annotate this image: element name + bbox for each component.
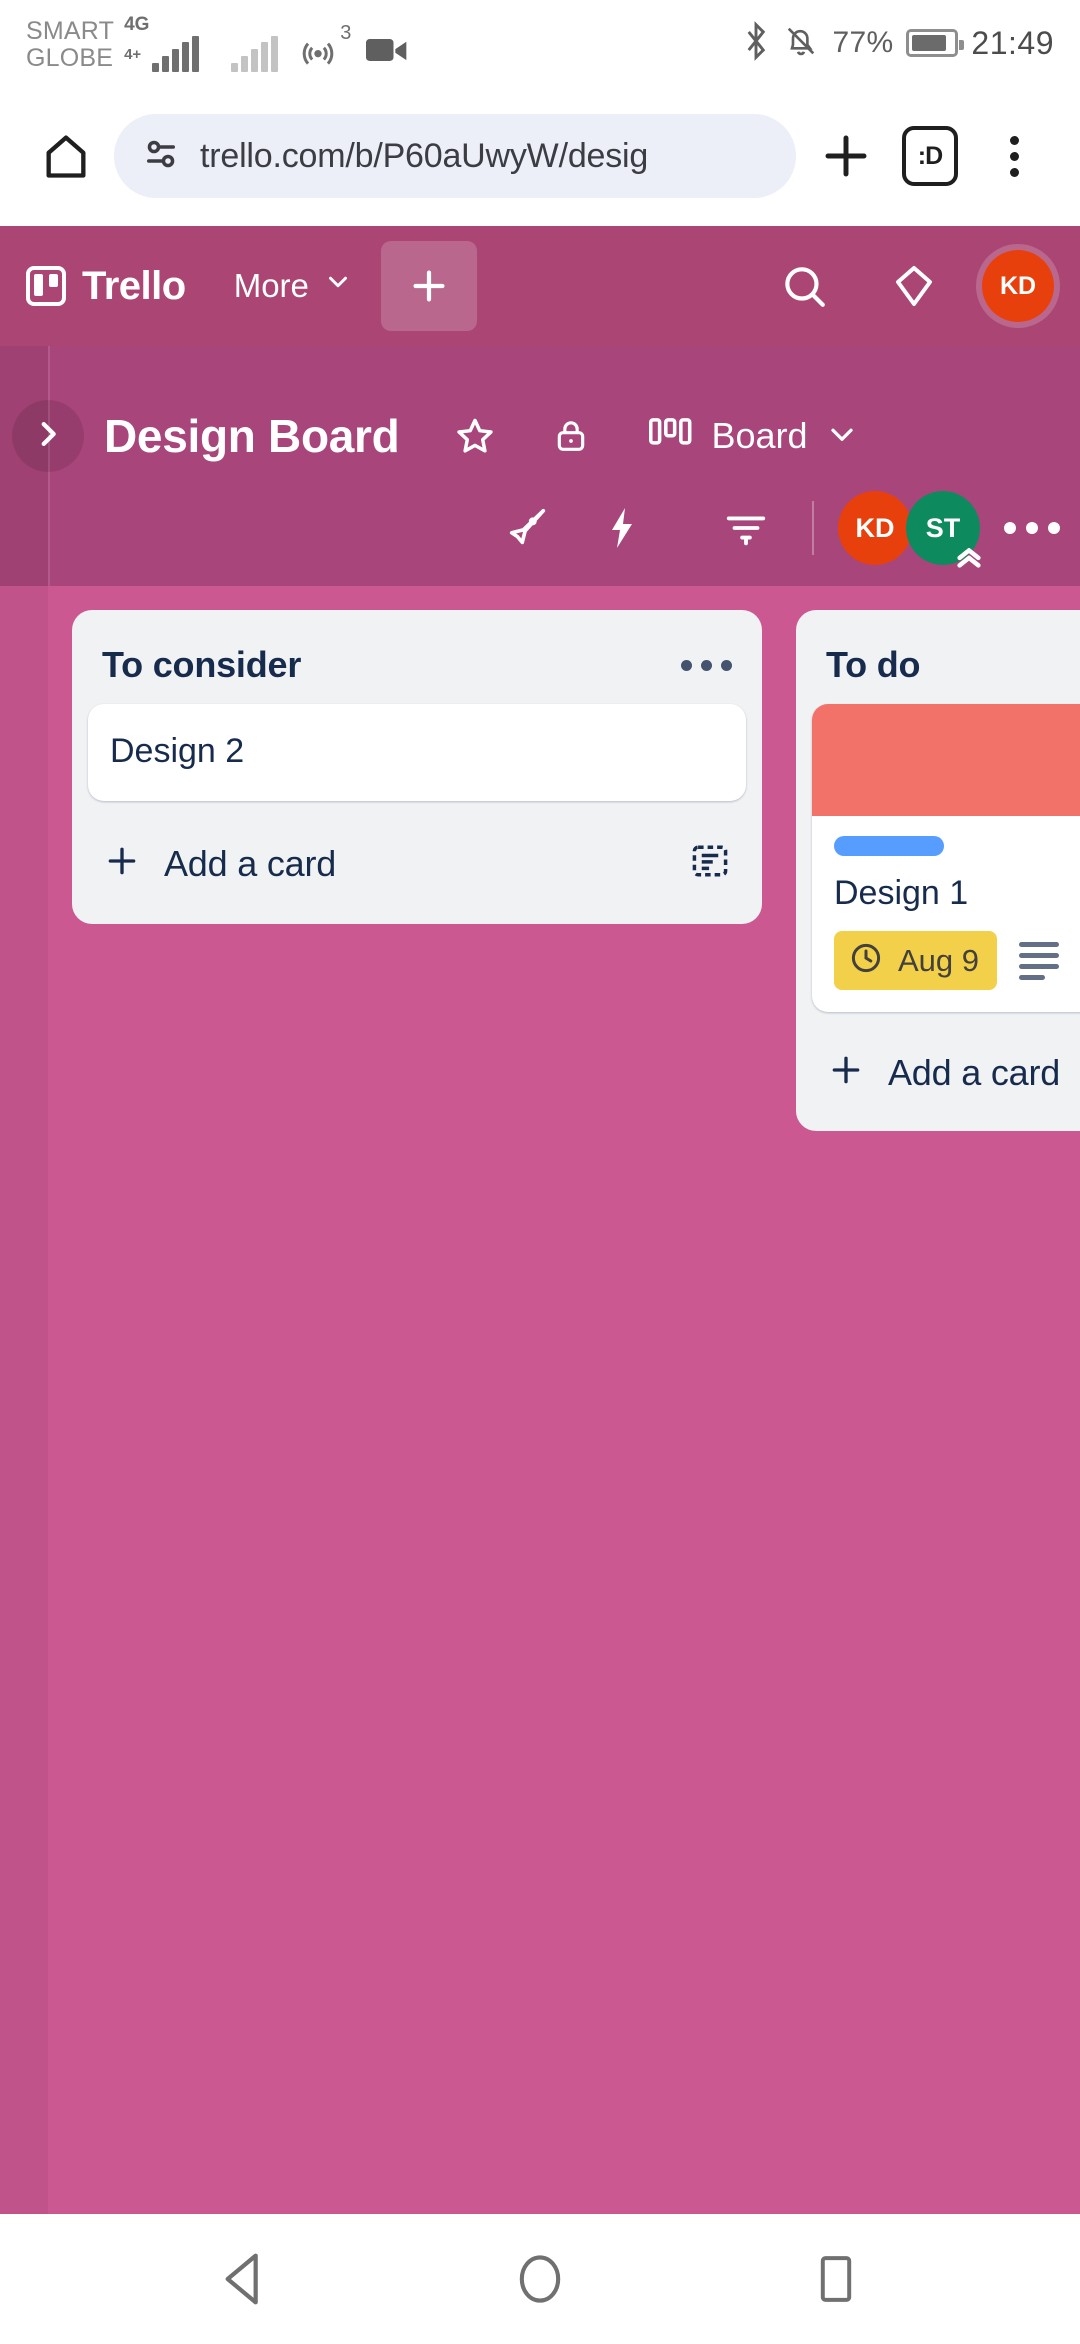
card-design-2[interactable]: Design 2 (88, 704, 746, 801)
avatar[interactable]: KD (838, 491, 912, 565)
network-type-sub-label: 4+ (124, 45, 142, 63)
list-title: To consider (102, 644, 302, 685)
card-design-1[interactable]: Design 1 Aug 9 (812, 704, 1080, 1012)
list-menu-icon[interactable] (681, 659, 732, 671)
board-header-row-primary: Design Board Board (104, 394, 1054, 478)
board-header-row-actions: KD ST (486, 486, 1060, 570)
list-to-consider[interactable]: To consider Design 2 Add a card (72, 610, 762, 924)
list-header: To do (812, 628, 1080, 704)
hotspot-count: 3 (340, 21, 352, 44)
search-icon[interactable] (762, 244, 846, 328)
lock-icon[interactable] (529, 394, 613, 478)
bell-muted-icon (783, 22, 819, 65)
filter-icon[interactable] (704, 486, 788, 570)
chevron-down-icon (824, 416, 860, 457)
add-card-button[interactable]: Add a card (812, 1026, 1080, 1121)
card-badges: Aug 9 (834, 931, 1080, 990)
tab-switcher-button[interactable]: :D (888, 114, 972, 198)
card-label-chip[interactable] (834, 836, 944, 856)
card-template-icon[interactable] (688, 839, 732, 888)
list-header: To consider (88, 628, 746, 704)
description-icon (1019, 941, 1060, 980)
board-header: Design Board Board KD ST (0, 346, 1080, 586)
board-view-switcher[interactable]: Board (649, 415, 859, 457)
clock-icon (848, 940, 884, 981)
browser-menu-button[interactable] (972, 114, 1056, 198)
avatar[interactable]: ST (906, 491, 981, 568)
rocket-icon[interactable] (486, 486, 570, 570)
board-canvas: To consider Design 2 Add a card To do De… (0, 586, 1080, 2214)
android-status-bar: SMART GLOBE 4G 4+ 3 77% 21:49 (0, 0, 1080, 86)
trello-logo-text: Trello (82, 263, 186, 308)
home-icon[interactable] (24, 114, 108, 198)
card-cover-image (812, 704, 1080, 816)
status-badge[interactable]: Aug 9 (834, 931, 998, 990)
list-to-do[interactable]: To do Design 1 Aug 9 Add a card (796, 610, 1080, 1131)
create-button[interactable] (380, 241, 477, 331)
more-label: More (233, 267, 309, 304)
browser-toolbar: trello.com/b/P60aUwyW/desig :D (0, 86, 1080, 226)
tab-count-label[interactable]: :D (902, 126, 958, 186)
kebab-menu-icon[interactable] (1009, 135, 1019, 177)
card-title: Design 1 (834, 874, 969, 912)
board-view-label: Board (711, 415, 808, 456)
board-menu-icon[interactable] (1004, 522, 1060, 534)
sidebar-expand-button[interactable] (12, 400, 84, 472)
url-text[interactable]: trello.com/b/P60aUwyW/desig (200, 137, 648, 176)
battery-percent: 77% (832, 26, 894, 59)
chevrons-up-icon (954, 541, 984, 571)
toolbar-divider (812, 501, 814, 555)
plus-icon (102, 841, 142, 886)
chevron-down-icon (323, 267, 353, 305)
list-title: To do (826, 644, 921, 685)
status-bar-right: 77% 21:49 (742, 20, 1054, 66)
recents-square-icon[interactable] (788, 2231, 884, 2327)
back-triangle-icon[interactable] (196, 2231, 292, 2327)
avatar[interactable]: KD (982, 250, 1054, 322)
status-bar-clock: 21:49 (971, 24, 1054, 61)
home-circle-icon[interactable] (492, 2231, 588, 2327)
trello-top-nav: Trello More KD (0, 226, 1080, 346)
site-settings-icon[interactable] (140, 133, 182, 180)
carrier-names: SMART GLOBE (26, 16, 115, 72)
page-title: Design Board (104, 410, 400, 462)
carrier-2: GLOBE (26, 43, 114, 72)
trello-nav-right: KD (762, 244, 1054, 328)
plus-icon (826, 1050, 866, 1095)
lightning-bolt-icon[interactable] (580, 486, 664, 570)
trello-logo-icon (26, 266, 66, 306)
battery-icon (906, 29, 965, 57)
add-card-button[interactable]: Add a card (88, 815, 746, 914)
due-date-label: Aug 9 (898, 942, 980, 978)
trello-logo[interactable]: Trello (26, 264, 186, 309)
list-container[interactable]: To consider Design 2 Add a card To do De… (48, 586, 1080, 2214)
card-body: Design 1 Aug 9 (812, 816, 1080, 1012)
sidebar-strip-canvas (0, 586, 48, 2214)
card-title: Design 2 (110, 732, 245, 770)
more-menu-button[interactable]: More (234, 267, 353, 305)
star-icon[interactable] (433, 394, 517, 478)
video-camera-icon (366, 33, 410, 72)
new-tab-button[interactable] (804, 114, 888, 198)
status-bar-left: SMART GLOBE 4G 4+ 3 (26, 15, 410, 72)
phone-screen: SMART GLOBE 4G 4+ 3 77% 21:49 trello.com… (0, 0, 1080, 2344)
notification-bell-icon[interactable] (872, 244, 956, 328)
sim2-signal-bars-icon (231, 35, 279, 72)
carrier-1: SMART (26, 16, 115, 45)
add-card-label: Add a card (164, 842, 337, 884)
network-type-label: 4G (124, 13, 150, 35)
signal-bars-icon (152, 35, 200, 72)
hotspot-icon: 3 (298, 22, 351, 72)
sim1-signal: 4G 4+ (124, 13, 200, 72)
board-view-icon (649, 417, 695, 456)
android-nav-bar (0, 2214, 1080, 2344)
add-card-label: Add a card (888, 1051, 1061, 1093)
url-bar[interactable]: trello.com/b/P60aUwyW/desig (114, 114, 796, 198)
avatar-initials: ST (925, 512, 961, 543)
chevron-right-icon (31, 417, 65, 456)
bluetooth-icon (742, 20, 770, 66)
